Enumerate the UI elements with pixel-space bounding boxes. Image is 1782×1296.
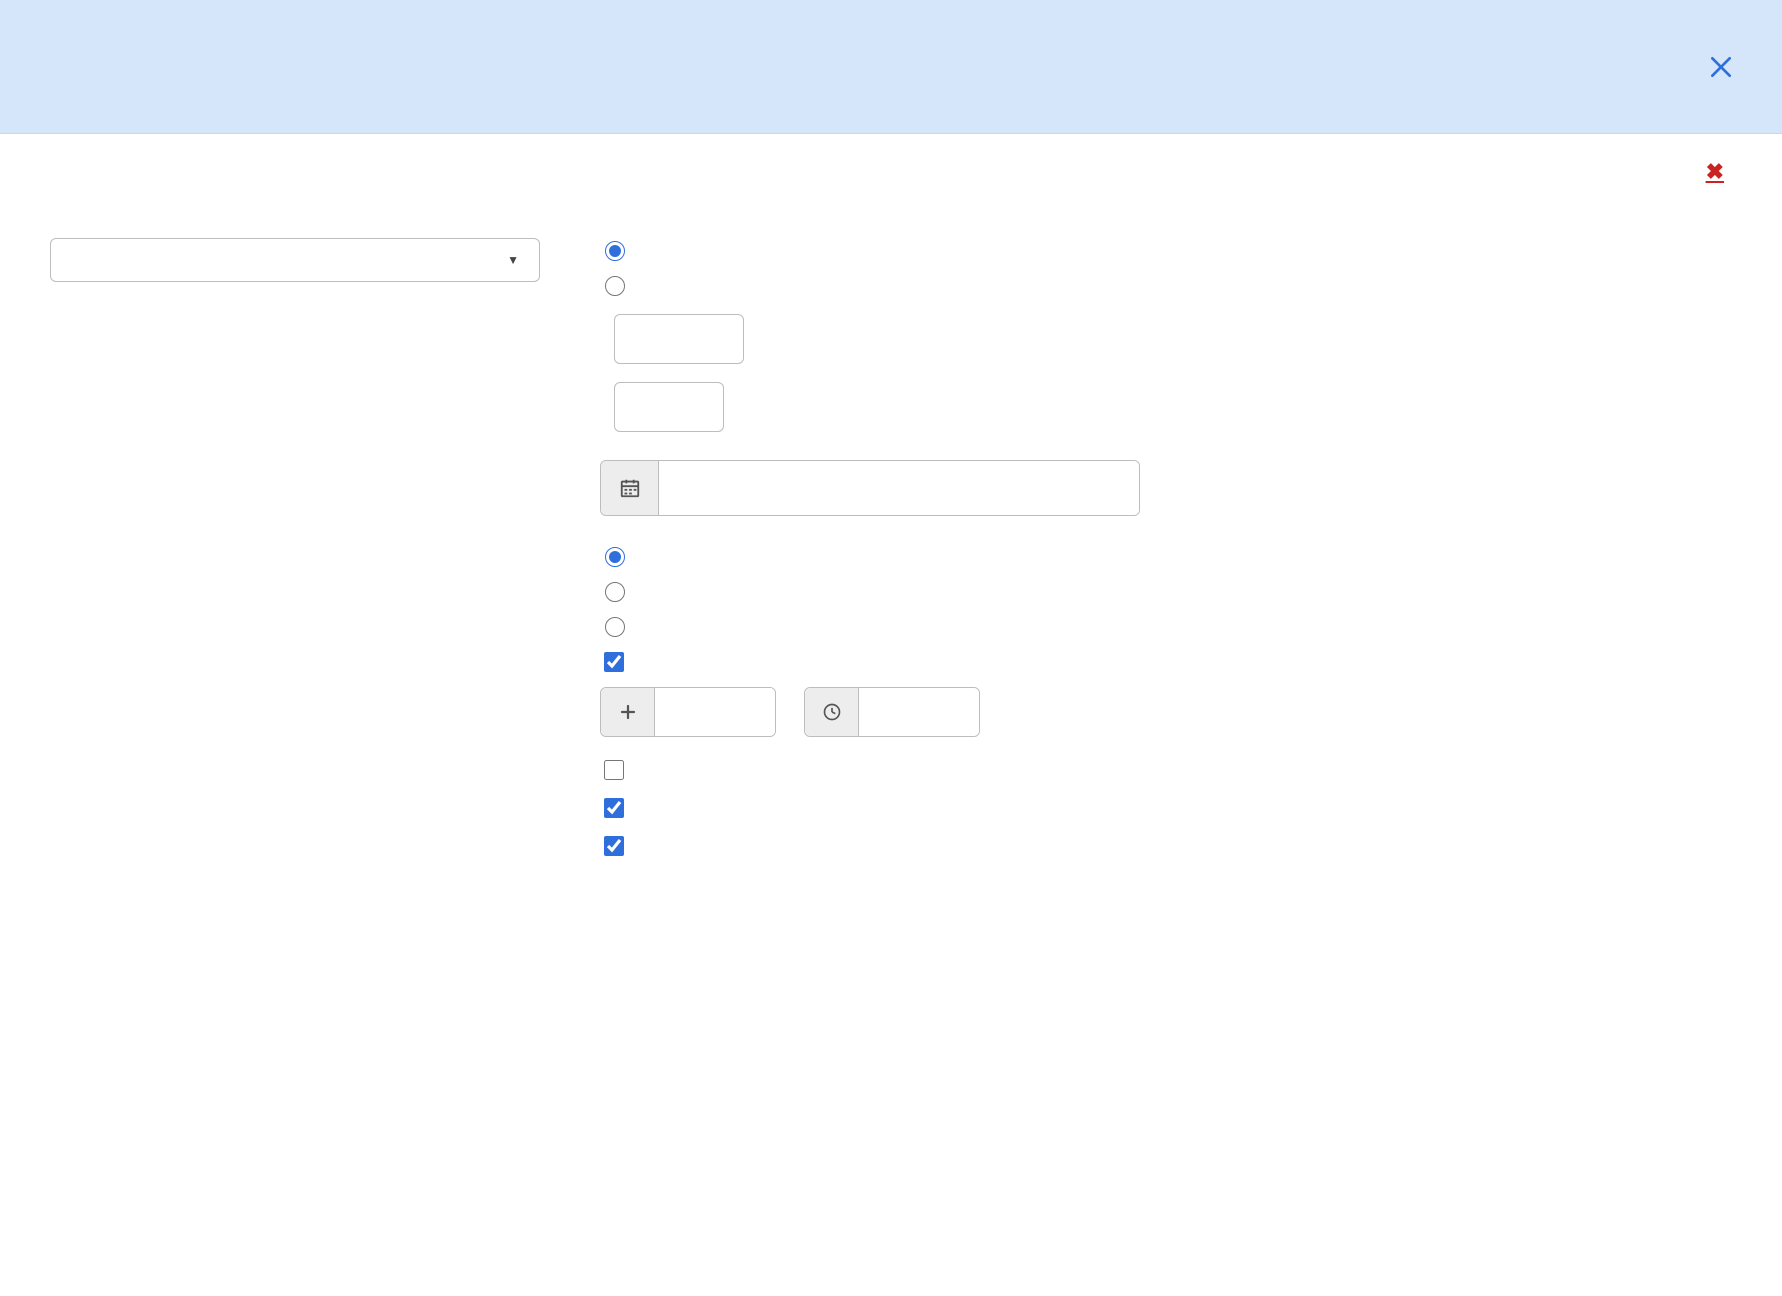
plus-icon[interactable] xyxy=(601,688,655,736)
dialog-header xyxy=(0,0,1782,134)
cancel-repeated-link[interactable]: ✖ xyxy=(1706,160,1732,185)
close-icon xyxy=(1708,54,1734,80)
calendar-icon xyxy=(601,461,659,515)
every-months-input[interactable] xyxy=(614,382,724,432)
with-due-checkbox[interactable] xyxy=(604,652,624,672)
mode-day-radio[interactable] xyxy=(605,241,625,261)
mode-week-radio[interactable] xyxy=(605,276,625,296)
restore-checkbox[interactable] xyxy=(604,760,624,780)
due-days-input[interactable] xyxy=(655,688,775,736)
start-date-input[interactable] xyxy=(659,461,1139,515)
due-days-group xyxy=(600,687,776,737)
due-time-input[interactable] xyxy=(859,688,979,736)
start-date-picker[interactable] xyxy=(600,460,1140,516)
stop-ends-radio[interactable] xyxy=(605,617,625,637)
clock-icon[interactable] xyxy=(805,688,859,736)
which-day-input[interactable] xyxy=(614,314,744,364)
chevron-down-icon: ▼ xyxy=(507,253,519,267)
stop-never-radio[interactable] xyxy=(605,547,625,567)
due-time-group xyxy=(804,687,980,737)
dialog-body: ✖ ▼ xyxy=(0,134,1782,921)
cancel-icon: ✖ xyxy=(1706,160,1724,185)
close-button[interactable] xyxy=(1708,54,1734,80)
frequency-select[interactable]: ▼ xyxy=(50,238,540,282)
copy-desc-checkbox[interactable] xyxy=(604,798,624,818)
stop-after-radio[interactable] xyxy=(605,582,625,602)
remember-list-checkbox[interactable] xyxy=(604,836,624,856)
